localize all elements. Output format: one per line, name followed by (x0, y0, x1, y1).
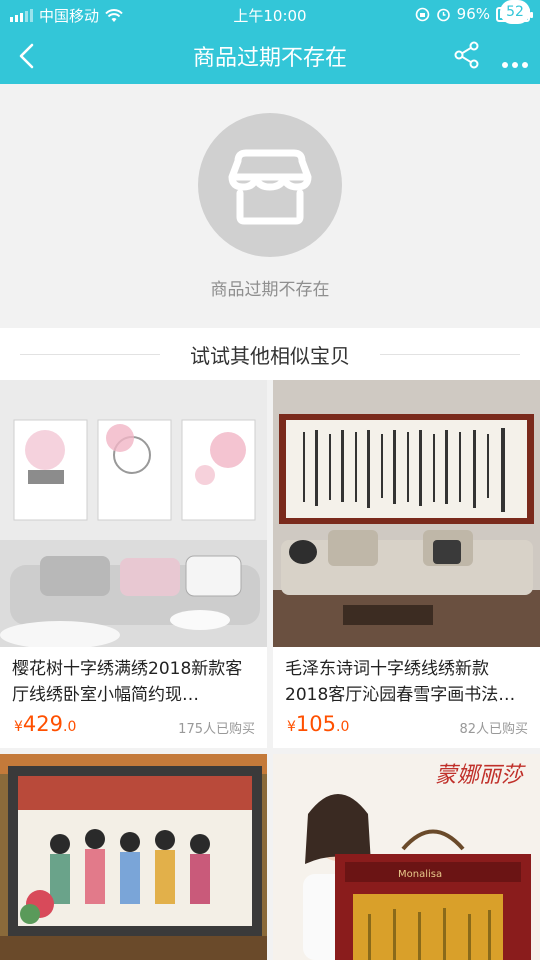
rotation-lock-icon (415, 7, 429, 21)
product-image[interactable] (0, 754, 267, 960)
product-title[interactable]: 毛泽东诗词十字绣线绣新款2018客厅沁园春雪字画书法… (285, 656, 530, 708)
empty-state-message: 商品过期不存在 (210, 280, 330, 300)
product-card[interactable]: 樱花树十字绣满绣2018新款客厅线绣卧室小幅简约现… ¥429.0 175人已购… (0, 380, 267, 748)
alarm-icon (436, 8, 450, 21)
product-card[interactable]: 蒙娜丽莎 Monalisa (273, 754, 540, 960)
top-bar: 中国移动 上午10:00 96% 商品过期不存在 52 (0, 0, 540, 84)
product-price: ¥105.0 (287, 712, 349, 736)
brand-logo-text: 蒙娜丽莎 (435, 763, 526, 788)
message-count-badge[interactable]: 52 (500, 0, 530, 24)
sold-count: 175人已购买 (178, 722, 255, 737)
product-image[interactable] (0, 380, 267, 647)
price-decimal: .0 (63, 719, 77, 735)
share-icon[interactable] (452, 40, 482, 70)
empty-state: 商品过期不存在 (0, 84, 540, 328)
navigation-bar: 商品过期不存在 (0, 28, 540, 84)
empty-state-circle (198, 113, 342, 257)
status-bar: 中国移动 上午10:00 96% (0, 0, 540, 28)
product-price: ¥429.0 (14, 712, 76, 736)
price-integer: 105 (295, 712, 337, 736)
product-card[interactable]: 毛泽东诗词十字绣线绣新款2018客厅沁园春雪字画书法… ¥105.0 82人已购… (273, 380, 540, 748)
more-icon[interactable] (496, 36, 534, 78)
product-card[interactable] (0, 754, 267, 960)
product-image[interactable] (273, 380, 540, 647)
store-icon (228, 149, 312, 225)
battery-percent: 96% (456, 5, 490, 23)
product-title[interactable]: 樱花树十字绣满绣2018新款客厅线绣卧室小幅简约现… (12, 656, 257, 708)
product-image[interactable]: 蒙娜丽莎 Monalisa (273, 754, 540, 960)
price-integer: 429 (22, 712, 64, 736)
sold-count: 82人已购买 (459, 722, 528, 737)
price-currency: ¥ (287, 719, 296, 735)
price-currency: ¥ (14, 719, 23, 735)
price-decimal: .0 (336, 719, 350, 735)
similar-items-header: 试试其他相似宝贝 (0, 328, 540, 380)
box-brand-text: Monalisa (398, 869, 442, 880)
divider-right (380, 354, 520, 355)
